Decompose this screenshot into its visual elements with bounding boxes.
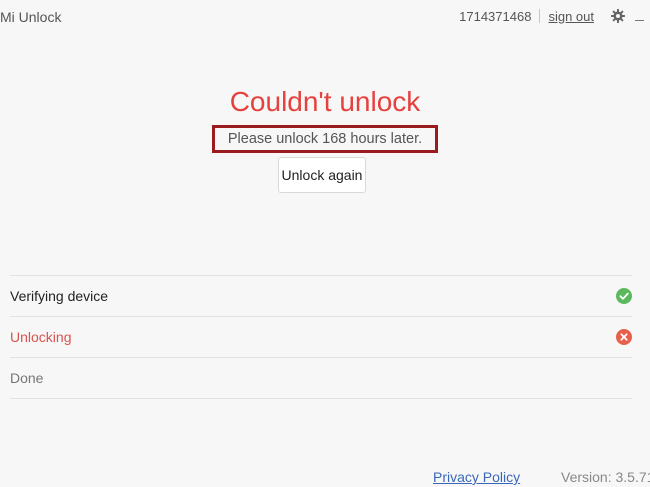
header-divider [539,9,541,23]
version-label: Version: 3.5.719 [561,469,650,485]
account-id: 1714371468 [459,8,532,24]
error-circle-icon [616,329,632,345]
step-verifying-device: Verifying device [10,275,632,316]
step-done: Done [10,357,632,399]
progress-steps: Verifying device Unlocking Done [10,275,632,399]
step-unlocking: Unlocking [10,316,632,357]
header-toolbar: 1714371468 sign out [459,8,644,24]
step-label: Verifying device [10,288,109,304]
step-label: Done [10,370,44,386]
wait-message: Please unlock 168 hours later. [212,125,438,153]
step-label: Unlocking [10,329,72,345]
unlock-again-button[interactable]: Unlock again [278,157,366,193]
privacy-policy-link[interactable]: Privacy Policy [433,469,520,485]
gear-icon[interactable] [610,8,626,24]
minimize-icon[interactable] [634,9,644,23]
app-title: Mi Unlock [0,9,62,25]
check-circle-icon [616,288,632,304]
result-title: Couldn't unlock [229,86,421,117]
sign-out-link[interactable]: sign out [548,9,594,24]
